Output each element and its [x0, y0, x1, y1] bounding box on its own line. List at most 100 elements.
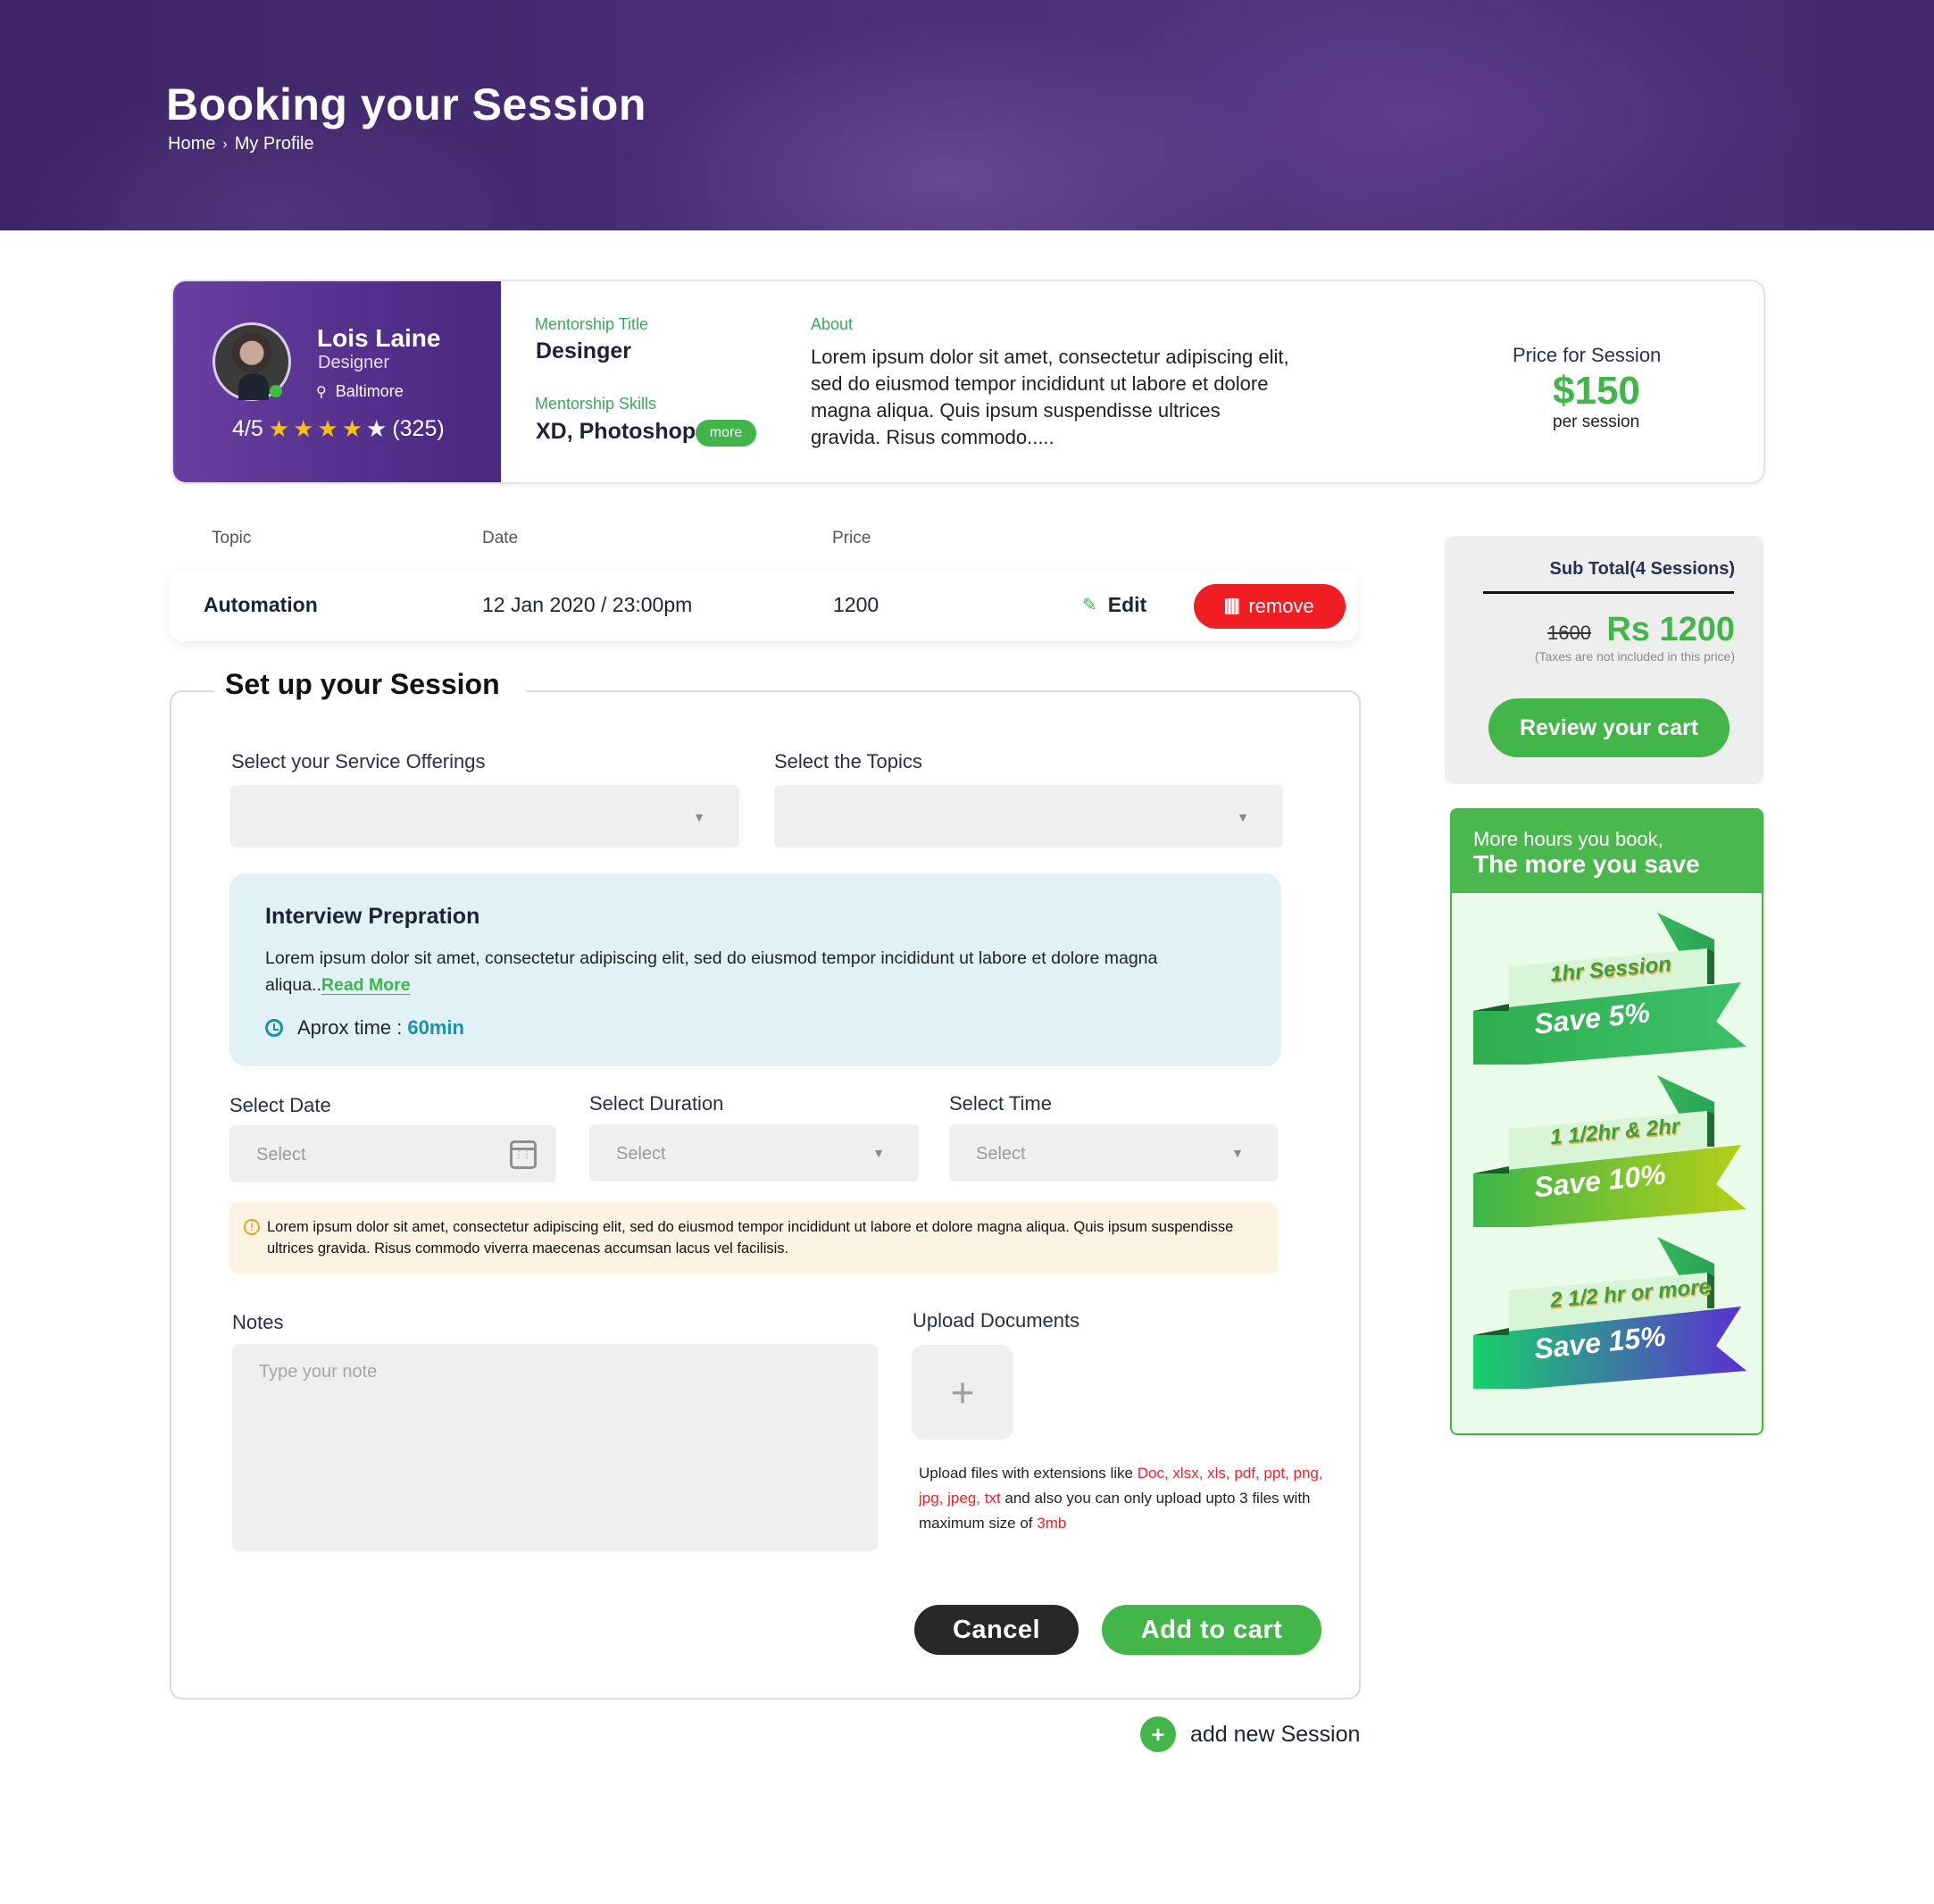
cancel-button[interactable]: Cancel — [914, 1605, 1079, 1655]
approx-time: Aprox time : 60min — [265, 1016, 464, 1040]
discounted-price: Rs 1200 — [1606, 611, 1735, 648]
savings-tier-ribbon: 1hr Session Save 5% — [1473, 913, 1750, 1065]
page-title: Booking your Session — [166, 79, 646, 129]
pencil-icon: ✎ — [1082, 596, 1097, 615]
savings-tier-ribbon: 2 1/2 hr or more Save 15% — [1473, 1237, 1750, 1389]
remove-label: remove — [1248, 595, 1314, 617]
column-header-topic: Topic — [212, 529, 252, 547]
tax-note: (Taxes are not included in this price) — [1534, 649, 1735, 664]
cart-subtotal-card: Sub Total(4 Sessions) 1600 Rs 1200 (Taxe… — [1445, 536, 1763, 784]
caret-down-icon: ▼ — [693, 810, 705, 824]
column-header-date: Date — [482, 529, 519, 547]
column-header-price: Price — [832, 529, 871, 547]
breadcrumb-my-profile[interactable]: My Profile — [235, 134, 314, 154]
date-picker-input[interactable]: Select — [229, 1125, 556, 1182]
subtotal-label: Sub Total(4 Sessions) — [1549, 559, 1735, 579]
offering-title: Interview Prepration — [265, 904, 480, 929]
topics-label: Select the Topics — [774, 750, 922, 772]
star-filled-icon: ★ — [268, 415, 290, 442]
caret-down-icon: ▼ — [1231, 1146, 1244, 1160]
upload-help-prefix: Upload files with extensions like — [919, 1465, 1138, 1482]
upload-help-text: Upload files with extensions like Doc, x… — [919, 1461, 1338, 1536]
upload-max-size: 3mb — [1037, 1515, 1067, 1532]
add-new-session-button[interactable]: + add new Session — [1140, 1716, 1360, 1752]
notes-label: Notes — [232, 1311, 284, 1333]
edit-session-button[interactable]: ✎ Edit — [1082, 593, 1146, 617]
date-placeholder: Select — [256, 1145, 306, 1165]
price-label: Price for Session — [1513, 344, 1662, 366]
mentor-location-text: Baltimore — [335, 382, 404, 400]
ribbon-graphic — [1473, 1075, 1746, 1227]
duration-label: Select Duration — [589, 1092, 724, 1115]
mentor-name: Lois Laine — [317, 324, 441, 352]
breadcrumb-home[interactable]: Home — [168, 134, 215, 154]
service-offerings-select[interactable]: ▼ — [230, 785, 739, 848]
savings-header: More hours you book, The more you save — [1452, 810, 1762, 893]
offering-info-card: Interview Prepration Lorem ipsum dolor s… — [229, 873, 1281, 1066]
breadcrumb: Home › My Profile — [168, 134, 314, 154]
star-filled-icon: ★ — [317, 415, 338, 442]
offering-description: Lorem ipsum dolor sit amet, consectetur … — [265, 945, 1230, 998]
edit-label: Edit — [1107, 593, 1147, 616]
mentor-profile-panel: Lois Laine Designer ⚲ Baltimore 4/5 ★ ★ ★ ★… — [173, 281, 501, 482]
rating-stars: ★ ★ ★ ★ ★ — [269, 415, 388, 443]
mentorship-title-value: Desinger — [536, 338, 631, 363]
mentorship-skills-label: Mentorship Skills — [535, 395, 657, 413]
approx-time-value: 60min — [407, 1016, 464, 1039]
star-filled-icon: ★ — [293, 415, 314, 442]
review-cart-button[interactable]: Review your cart — [1488, 698, 1730, 757]
read-more-link[interactable]: Read More — [321, 975, 411, 995]
add-to-cart-button[interactable]: Add to cart — [1102, 1605, 1321, 1655]
savings-tier-ribbon: 1 1/2hr & 2hr Save 10% — [1473, 1075, 1750, 1227]
rating-text: 4/5 — [232, 416, 263, 441]
mentorship-skills-value: XD, Photoshop — [536, 419, 696, 444]
time-placeholder: Select — [976, 1144, 1026, 1164]
savings-line-2: The more you save — [1473, 850, 1700, 878]
mentor-card: Lois Laine Designer ⚲ Baltimore 4/5 ★ ★ ★ ★… — [171, 280, 1765, 484]
warning-icon: ! — [244, 1219, 260, 1235]
price-value: $150 — [1553, 369, 1640, 413]
review-count: (325) — [392, 416, 445, 441]
plus-icon: + — [950, 1369, 975, 1415]
session-topic: Automation — [204, 593, 318, 616]
ribbon-graphic — [1473, 1237, 1746, 1389]
online-status-dot — [270, 385, 282, 397]
ribbon-graphic — [1473, 913, 1746, 1065]
trash-icon — [1225, 598, 1240, 614]
savings-promo-card: More hours you book, The more you save 1… — [1450, 808, 1763, 1435]
clock-icon — [265, 1019, 283, 1037]
add-new-session-label: add new Session — [1190, 1721, 1361, 1747]
time-label: Select Time — [949, 1092, 1052, 1115]
topics-select[interactable]: ▼ — [774, 785, 1283, 848]
setup-section-title: Set up your Session — [214, 668, 527, 701]
upload-file-button[interactable]: + — [912, 1345, 1013, 1440]
service-offerings-label: Select your Service Offerings — [231, 750, 486, 772]
savings-line-1: More hours you book, — [1473, 828, 1663, 850]
page-header-banner: Booking your Session Home › My Profile — [0, 0, 1934, 230]
date-label: Select Date — [229, 1094, 331, 1116]
table-row: Automation 12 Jan 2020 / 23:00pm 1200 ✎ … — [170, 572, 1357, 641]
notes-textarea[interactable] — [232, 1344, 878, 1551]
approx-time-label: Aprox time : — [297, 1016, 403, 1039]
star-filled-icon: ★ — [341, 415, 363, 442]
star-empty-icon: ★ — [366, 415, 388, 442]
calendar-icon[interactable] — [510, 1140, 538, 1169]
more-skills-button[interactable]: more — [696, 420, 756, 447]
time-select[interactable]: Select ▼ — [949, 1124, 1278, 1182]
mentor-location: ⚲ Baltimore — [316, 382, 404, 401]
caret-down-icon: ▼ — [1237, 810, 1249, 824]
info-warning-banner: ! Lorem ipsum dolor sit amet, consectetu… — [229, 1202, 1278, 1274]
caret-down-icon: ▼ — [872, 1146, 885, 1160]
duration-placeholder: Select — [616, 1144, 666, 1164]
location-pin-icon: ⚲ — [316, 384, 327, 400]
mentor-role: Designer — [318, 353, 390, 372]
about-text: Lorem ipsum dolor sit amet, consectetur … — [811, 346, 1289, 448]
plus-circle-icon: + — [1140, 1716, 1176, 1752]
session-price: 1200 — [833, 593, 879, 616]
subtotal-divider — [1483, 591, 1734, 594]
chevron-right-icon: › — [222, 136, 228, 152]
duration-select[interactable]: Select ▼ — [589, 1124, 919, 1182]
remove-session-button[interactable]: remove — [1194, 584, 1346, 629]
original-price: 1600 — [1547, 622, 1591, 644]
upload-documents-label: Upload Documents — [913, 1309, 1080, 1332]
